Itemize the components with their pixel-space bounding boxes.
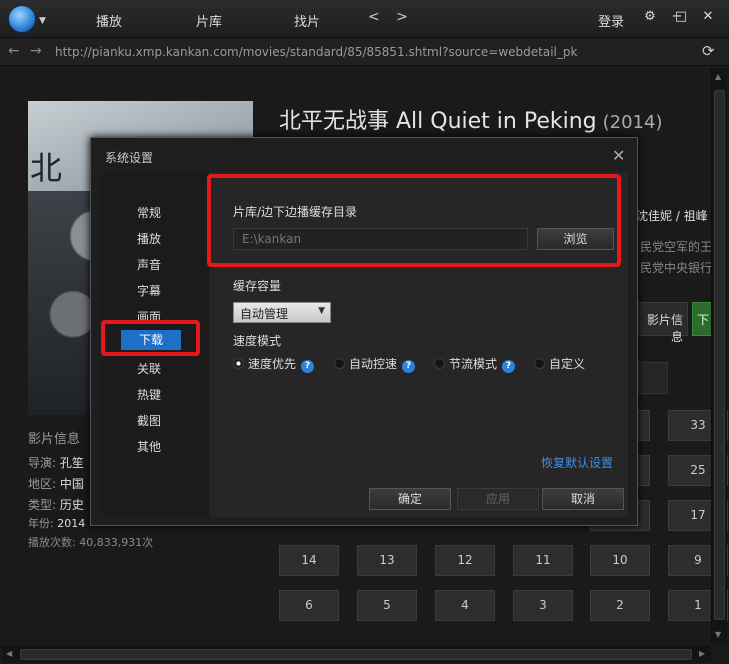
horizontal-scrollbar[interactable]: ◀ ▶	[2, 646, 711, 662]
cache-capacity-value: 自动管理	[240, 307, 289, 321]
director-value[interactable]: 孔笙	[60, 456, 84, 470]
desc-line: 民党中央银行	[640, 261, 713, 275]
help-icon[interactable]: ?	[402, 360, 416, 373]
scroll-up-icon[interactable]: ▲	[715, 72, 721, 81]
movie-year: (2014)	[602, 112, 663, 133]
movie-title: 北平无战事 All Quiet in Peking (2014)	[279, 103, 662, 135]
scroll-down-icon[interactable]: ▼	[715, 630, 721, 639]
address-bar: ← → http://pianku.xmp.kankan.com/movies/…	[0, 38, 729, 66]
radio-speed-priority[interactable]: 速度优先?	[233, 355, 315, 373]
radio-label: 自动控速	[349, 357, 398, 371]
play-count: 播放次数: 40,833,931次	[28, 536, 154, 549]
settings-icon[interactable]: ⚙	[641, 9, 659, 24]
movie-info-button[interactable]: 影片信息	[636, 302, 688, 344]
episode-button[interactable]: 11	[513, 545, 573, 576]
download-button[interactable]: 下	[692, 302, 712, 336]
nav-library[interactable]: 片库	[196, 11, 222, 30]
episode-button[interactable]: 14	[279, 545, 339, 576]
chevron-down-icon: ▼	[318, 306, 325, 316]
radio-unselected-icon	[334, 358, 345, 369]
sidebar-item-playback[interactable]: 播放	[137, 230, 161, 247]
cancel-button[interactable]: 取消	[542, 488, 624, 510]
radio-label: 节流模式	[449, 357, 498, 371]
episode-button[interactable]: 5	[357, 590, 417, 621]
dialog-title: 系统设置	[105, 151, 154, 165]
region-value[interactable]: 中国	[60, 477, 84, 491]
region-label: 地区:	[28, 477, 57, 491]
info-heading: 影片信息	[28, 432, 81, 447]
highlight-download-tab	[101, 320, 200, 356]
scroll-right-icon[interactable]: ▶	[699, 649, 705, 658]
genre-line: 类型: 历史	[28, 496, 84, 513]
forward-arrow-icon[interactable]: →	[30, 43, 42, 59]
cast-snippet[interactable]: 沈佳妮 / 祖峰	[636, 207, 708, 224]
logo-icon[interactable]	[8, 5, 36, 33]
maximize-icon[interactable]: □	[672, 9, 690, 24]
url-text[interactable]: http://pianku.xmp.kankan.com/movies/stan…	[55, 45, 577, 59]
radio-custom[interactable]: 自定义	[534, 355, 585, 372]
director-label: 导演:	[28, 456, 57, 470]
episode-button[interactable]: 10	[590, 545, 650, 576]
refresh-icon[interactable]: ⟳	[702, 42, 715, 60]
scroll-left-icon[interactable]: ◀	[6, 649, 12, 658]
title-bar: ▼ 播放 片库 找片 < > 登录 ⚙ − □ ✕	[0, 0, 729, 38]
episode-tab[interactable]	[636, 362, 668, 394]
speed-mode-label: 速度模式	[233, 334, 282, 348]
director-line: 导演: 孔笙	[28, 454, 84, 471]
radio-auto-speed[interactable]: 自动控速?	[334, 355, 416, 373]
sidebar-item-screenshot[interactable]: 截图	[137, 412, 161, 429]
cache-capacity-label: 缓存容量	[233, 279, 282, 293]
nav-find[interactable]: 找片	[294, 11, 320, 30]
help-icon[interactable]: ?	[502, 360, 516, 373]
dialog-close-icon[interactable]: ✕	[612, 146, 625, 165]
vertical-scroll-thumb[interactable]	[714, 90, 725, 620]
radio-unselected-icon	[534, 358, 545, 369]
episode-button[interactable]: 6	[279, 590, 339, 621]
episode-button[interactable]: 13	[357, 545, 417, 576]
sidebar-item-general[interactable]: 常规	[137, 204, 161, 221]
login-button[interactable]: 登录	[598, 11, 624, 30]
radio-throttle[interactable]: 节流模式?	[434, 355, 516, 373]
year-line: 年份: 2014	[28, 515, 85, 531]
sidebar-item-other[interactable]: 其他	[137, 438, 161, 455]
movie-title-text: 北平无战事 All Quiet in Peking	[279, 109, 597, 134]
restore-defaults-link[interactable]: 恢复默认设置	[541, 454, 613, 471]
close-icon[interactable]: ✕	[699, 9, 717, 24]
radio-selected-icon	[233, 358, 244, 369]
year-label: 年份:	[28, 517, 54, 530]
sidebar-item-association[interactable]: 关联	[137, 360, 161, 377]
sidebar-item-hotkeys[interactable]: 热键	[137, 386, 161, 403]
poster-title: 北	[30, 149, 63, 187]
app-window: ▼ 播放 片库 找片 < > 登录 ⚙ − □ ✕ ← → http://pia…	[0, 0, 729, 664]
help-icon[interactable]: ?	[301, 360, 315, 373]
menu-dropdown-icon[interactable]: ▼	[39, 16, 46, 26]
genre-value[interactable]: 历史	[60, 498, 84, 512]
horizontal-scroll-thumb[interactable]	[20, 649, 692, 660]
genre-label: 类型:	[28, 498, 57, 512]
ok-button[interactable]: 确定	[369, 488, 451, 510]
episode-button[interactable]: 3	[513, 590, 573, 621]
nav-back-forward[interactable]: < >	[368, 9, 414, 25]
radio-label: 自定义	[549, 357, 586, 371]
radio-label: 速度优先	[248, 357, 297, 371]
sidebar-item-sound[interactable]: 声音	[137, 256, 161, 273]
highlight-cache-dir	[207, 174, 621, 267]
episode-button[interactable]: 2	[590, 590, 650, 621]
episode-button[interactable]: 12	[435, 545, 495, 576]
episode-button[interactable]: 4	[435, 590, 495, 621]
year-value: 2014	[57, 517, 86, 530]
region-line: 地区: 中国	[28, 475, 84, 492]
sidebar-item-subtitle[interactable]: 字幕	[137, 282, 161, 299]
desc-line: 民党空军的王	[640, 240, 713, 254]
nav-play[interactable]: 播放	[96, 11, 122, 30]
back-arrow-icon[interactable]: ←	[8, 43, 20, 59]
apply-button[interactable]: 应用	[457, 488, 539, 510]
radio-unselected-icon	[434, 358, 445, 369]
vertical-scrollbar[interactable]: ▲ ▼	[711, 68, 727, 644]
cache-capacity-select[interactable]: 自动管理 ▼	[233, 302, 331, 323]
